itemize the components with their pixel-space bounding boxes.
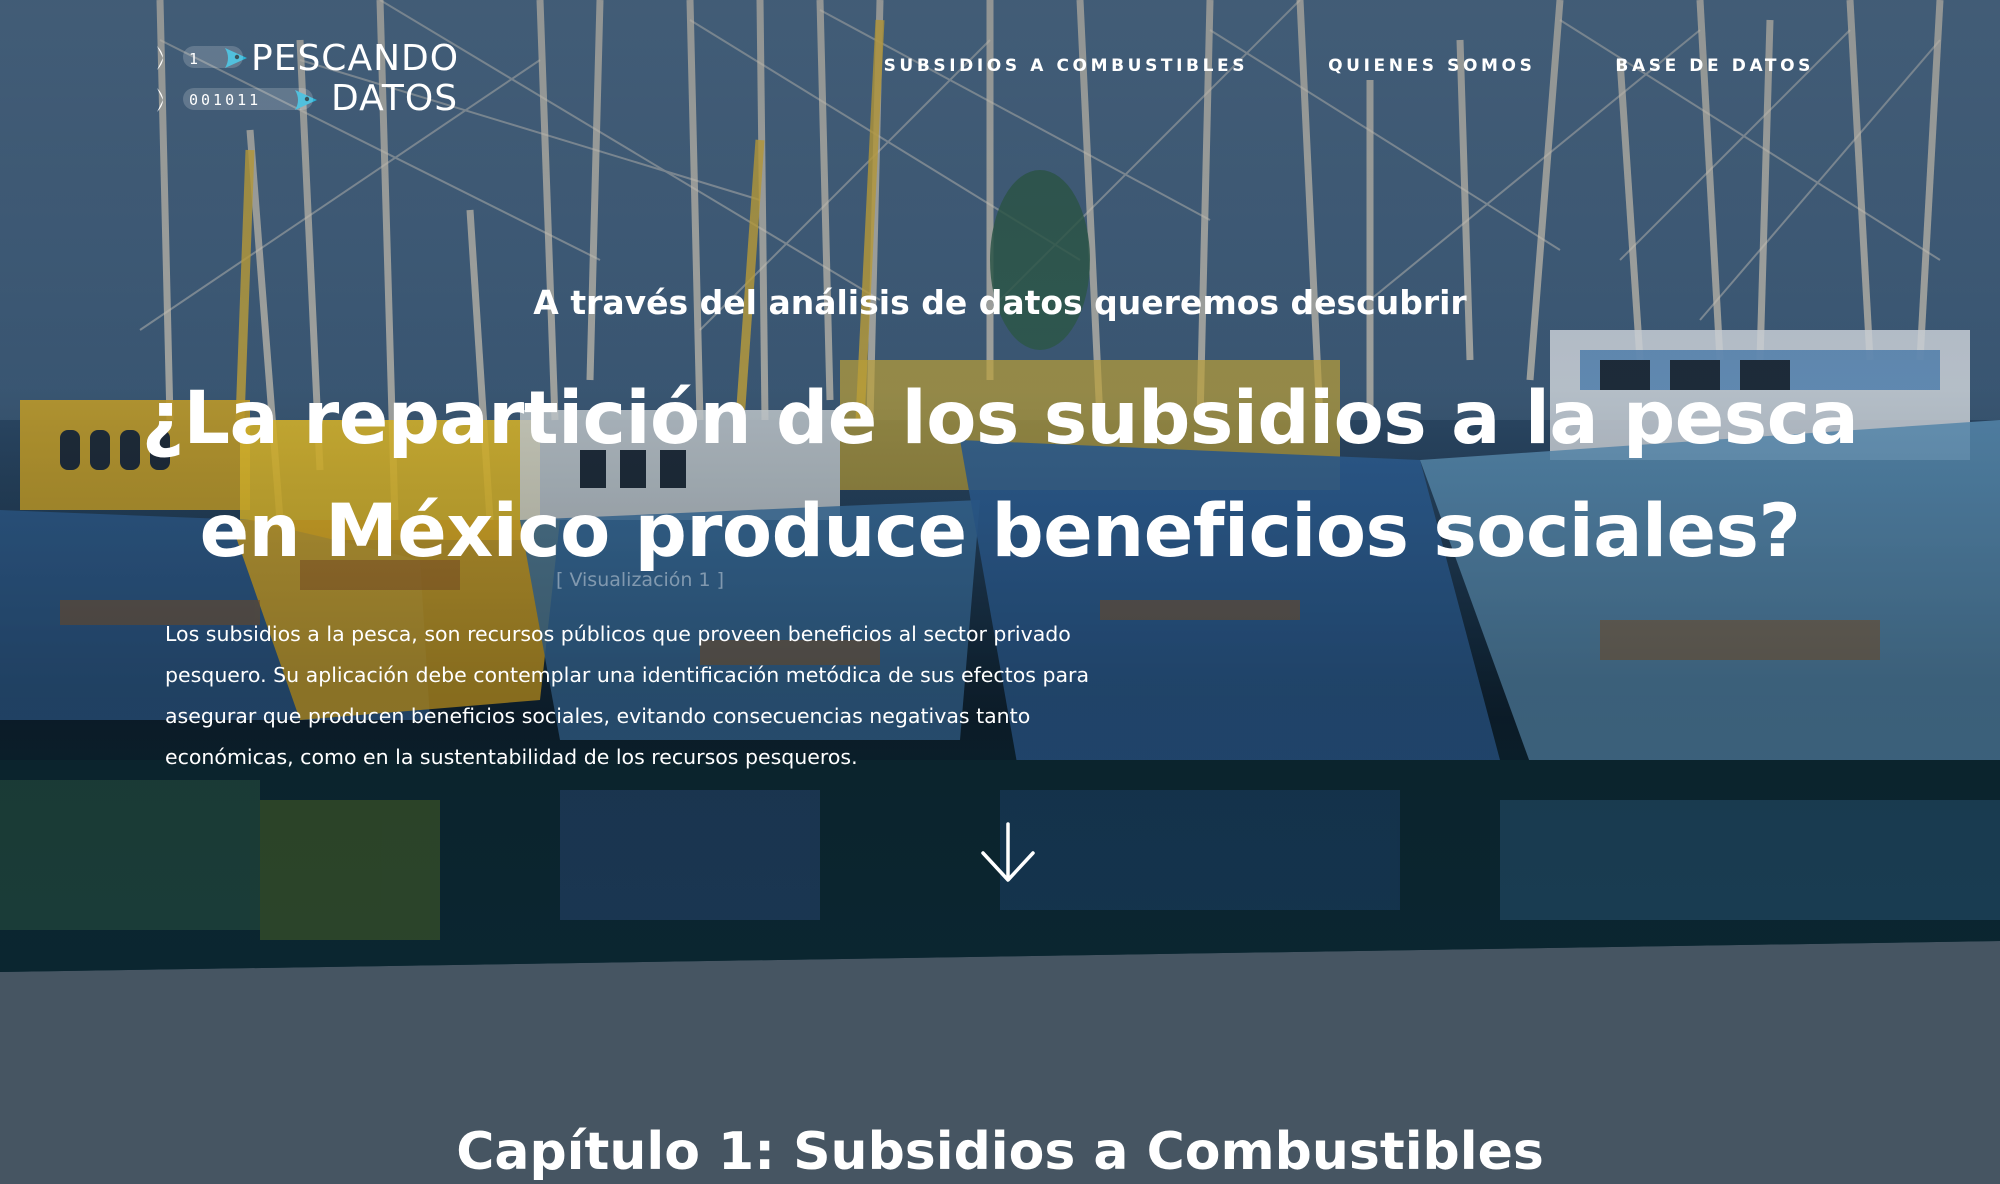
hero-title: ¿La repartición de los subsidios a la pe… xyxy=(141,376,1859,574)
nav-subsidios-a-combustibles[interactable]: SUBSIDIOS A COMBUSTIBLES xyxy=(884,56,1249,76)
visualization-link[interactable]: [ Visualización 1 ] xyxy=(556,569,724,591)
intro-paragraph: Los subsidios a la pesca, son recursos p… xyxy=(165,622,1090,769)
main-navigation: SUBSIDIOS A COMBUSTIBLES QUIENES SOMOS B… xyxy=(884,56,1814,76)
site-logo[interactable]: 1 001011 PESCANDO DATOS xyxy=(155,38,459,120)
chapter-title: Capítulo 1: Subsidios a Combustibles xyxy=(456,1122,1544,1182)
logo-word-datos: DATOS xyxy=(331,78,459,119)
nav-quienes-somos[interactable]: QUIENES SOMOS xyxy=(1328,56,1535,76)
logo-word-pescando: PESCANDO xyxy=(251,38,460,79)
nav-base-de-datos[interactable]: BASE DE DATOS xyxy=(1615,56,1814,76)
logo-binary-text: 001011 xyxy=(189,91,262,109)
logo-binary-text: 1 xyxy=(189,50,202,68)
scroll-down-button[interactable] xyxy=(975,820,1041,886)
hero-subtitle: A través del análisis de datos queremos … xyxy=(533,283,1467,322)
arrow-down-icon xyxy=(981,822,1035,882)
